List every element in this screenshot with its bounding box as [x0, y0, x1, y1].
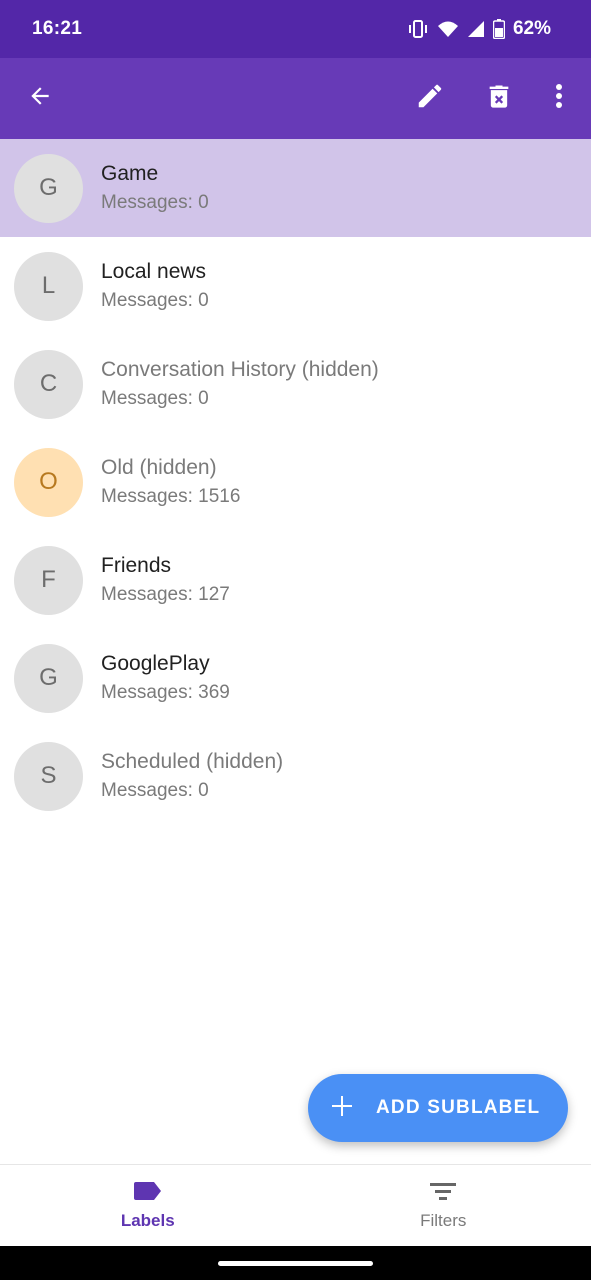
signal-icon — [467, 20, 485, 38]
avatar: F — [14, 545, 83, 615]
label-name: Friends — [101, 553, 172, 577]
app-bar — [0, 58, 591, 139]
label-item-googleplay[interactable]: G GooglePlay Messages: 369 — [0, 629, 591, 727]
label-item-conversation-history[interactable]: C Conversation History (hidden) Messages… — [0, 335, 591, 433]
back-button[interactable] — [16, 75, 64, 123]
label-item-scheduled[interactable]: S Scheduled (hidden) Messages: 0 — [0, 727, 591, 825]
plus-icon — [330, 1094, 354, 1123]
label-item-game[interactable]: G Game Messages: 0 — [0, 139, 591, 237]
label-name: Scheduled (hidden) — [101, 749, 284, 773]
message-count: Messages: 0 — [101, 191, 209, 213]
label-name: Old (hidden) — [101, 455, 217, 479]
message-count: Messages: 1516 — [101, 485, 241, 507]
battery-icon — [492, 19, 505, 39]
label-name: Conversation History (hidden) — [101, 357, 379, 381]
status-icons: 62% — [407, 18, 551, 40]
label-name: Game — [101, 161, 159, 185]
pencil-icon — [415, 81, 445, 116]
label-item-local-news[interactable]: L Local news Messages: 0 — [0, 237, 591, 335]
status-bar: 16:21 62% — [0, 0, 591, 58]
arrow-back-icon — [27, 83, 53, 114]
add-sublabel-label: ADD SUBLABEL — [376, 1097, 541, 1118]
vibrate-icon — [407, 19, 429, 39]
tab-filters[interactable]: Filters — [296, 1165, 591, 1246]
label-item-old[interactable]: O Old (hidden) Messages: 1516 — [0, 433, 591, 531]
avatar: G — [14, 153, 83, 223]
delete-button[interactable] — [475, 75, 523, 123]
wifi-icon — [437, 20, 459, 38]
label-item-friends[interactable]: F Friends Messages: 127 — [0, 531, 591, 629]
avatar: O — [14, 447, 83, 517]
message-count: Messages: 0 — [101, 289, 209, 311]
message-count: Messages: 0 — [101, 387, 209, 409]
edit-button[interactable] — [406, 75, 454, 123]
tab-labels-label: Labels — [120, 1211, 175, 1230]
label-list: G Game Messages: 0 L Local news Messages… — [0, 139, 591, 825]
battery-percent: 62% — [512, 18, 551, 39]
tab-filters-label: Filters — [420, 1211, 467, 1230]
avatar: G — [14, 643, 83, 713]
delete-icon — [485, 81, 513, 116]
avatar: L — [14, 251, 83, 321]
add-sublabel-button[interactable]: ADD SUBLABEL — [308, 1074, 568, 1142]
avatar: C — [14, 349, 83, 419]
avatar: S — [14, 741, 83, 811]
message-count: Messages: 369 — [101, 681, 230, 703]
tab-labels[interactable]: Labels — [0, 1165, 296, 1246]
message-count: Messages: 0 — [101, 779, 209, 801]
label-name: GooglePlay — [101, 651, 210, 675]
home-gesture-handle[interactable] — [218, 1261, 373, 1266]
more-vert-icon — [555, 83, 563, 114]
gesture-bar — [0, 1246, 591, 1280]
bottom-nav: Labels Filters — [0, 1164, 591, 1246]
label-name: Local news — [101, 259, 207, 283]
more-options-button[interactable] — [535, 75, 583, 123]
label-icon — [133, 1180, 163, 1207]
message-count: Messages: 127 — [101, 583, 230, 605]
status-time: 16:21 — [32, 18, 83, 39]
filter-icon — [429, 1180, 457, 1207]
